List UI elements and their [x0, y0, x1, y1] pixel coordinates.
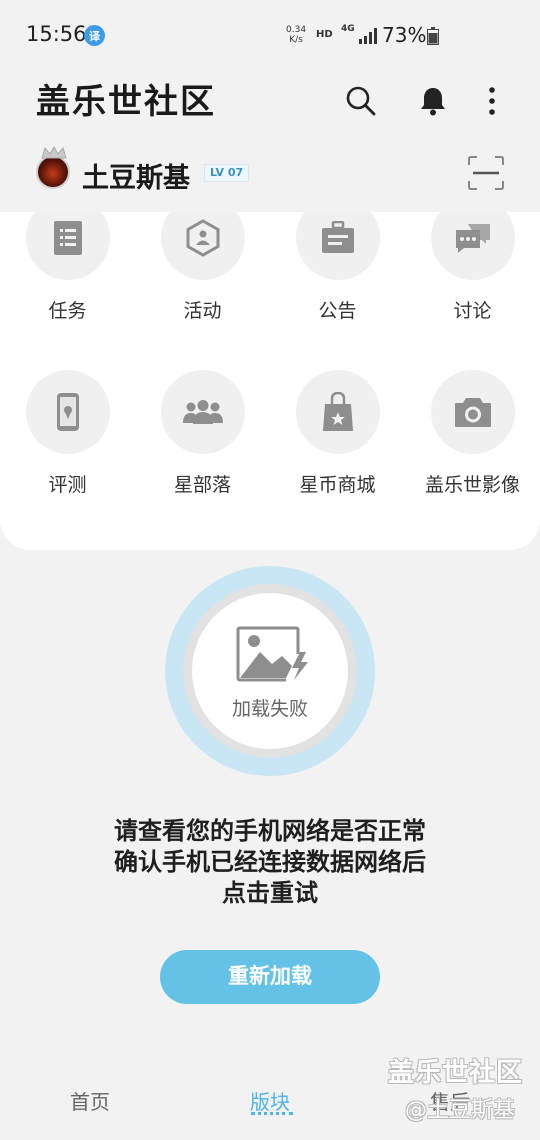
grid-item-circle: [25, 370, 110, 454]
watermark-user: @土豆斯基: [405, 1098, 516, 1123]
activity-hexagon-icon: [186, 219, 219, 257]
tab-board[interactable]: 版块: [250, 1086, 290, 1115]
group-people-icon: [182, 400, 223, 424]
discussion-icon: [455, 224, 490, 253]
grid-item-label: 盖乐世影像: [424, 474, 520, 496]
grid-item-mall[interactable]: 星币商城: [270, 370, 405, 497]
announcement-icon: [321, 221, 354, 253]
grid-item-circle: [160, 370, 245, 454]
battery-percent: 73%: [382, 23, 427, 47]
error-message-line: 请查看您的手机网络是否正常: [114, 817, 426, 845]
error-message-line: 确认手机已经连接数据网络后: [114, 848, 426, 876]
grid-item-activity[interactable]: 活动: [135, 212, 270, 323]
grid-item-circle: [430, 370, 515, 454]
grid-item-announcement[interactable]: 公告: [270, 212, 405, 323]
watermark-title: 盖乐世社区: [388, 1058, 524, 1088]
status-bar: 15:56 译 0.34 K/s HD 4G 73%: [0, 0, 540, 70]
grid-item-label: 星币商城: [299, 474, 376, 496]
grid-item-imaging[interactable]: 盖乐世影像: [405, 370, 540, 497]
hd-label: HD: [316, 29, 333, 40]
user-name[interactable]: 土豆斯基: [82, 156, 190, 195]
network-speed-value: 0.34: [286, 25, 307, 35]
network-speed-unit: K/s: [289, 35, 303, 45]
broken-image-icon: [236, 626, 308, 682]
avatar[interactable]: [36, 155, 70, 189]
grid-item-tribe[interactable]: 星部落: [135, 370, 270, 497]
bell-icon[interactable]: [416, 84, 450, 118]
phone-review-icon: [56, 393, 79, 431]
grid-item-label: 讨论: [453, 300, 492, 322]
load-failed-text: 加载失败: [231, 698, 308, 720]
grid-item-label: 公告: [318, 300, 357, 322]
grid-item-label: 评测: [48, 474, 87, 496]
search-icon[interactable]: [344, 84, 378, 118]
signal-icon: [359, 28, 377, 44]
app-title: 盖乐世社区: [36, 82, 216, 122]
error-message-line: 点击重试: [222, 879, 318, 907]
crown-icon: [41, 146, 67, 159]
retry-button[interactable]: 重新加载: [160, 950, 380, 1004]
grid-item-circle: [430, 212, 515, 280]
grid-item-discussion[interactable]: 讨论: [405, 212, 540, 323]
grid-item-circle: [295, 370, 380, 454]
more-vertical-icon[interactable]: [475, 84, 509, 118]
feature-grid: 任务 活动 公告 讨论 评测 星部落 星币商城 盖乐世影像: [0, 212, 540, 550]
grid-item-task[interactable]: 任务: [0, 212, 135, 323]
level-badge: LV 07: [204, 164, 250, 182]
active-tab-indicator: [251, 1112, 293, 1115]
grid-item-label: 活动: [183, 300, 222, 322]
camera-icon: [454, 398, 491, 427]
task-list-icon: [53, 221, 82, 255]
grid-item-circle: [160, 212, 245, 280]
tab-home[interactable]: 首页: [70, 1086, 110, 1115]
grid-item-circle: [25, 212, 110, 280]
translate-icon: 译: [84, 25, 105, 46]
battery-icon: [427, 27, 439, 45]
shopping-bag-icon: [322, 392, 353, 431]
scan-icon[interactable]: [467, 155, 505, 191]
status-time: 15:56: [26, 22, 87, 46]
grid-item-label: 任务: [48, 300, 87, 322]
grid-item-circle: [295, 212, 380, 280]
grid-item-review[interactable]: 评测: [0, 370, 135, 497]
grid-item-label: 星部落: [173, 474, 231, 496]
network-speed: 0.34 K/s: [286, 25, 306, 45]
network-type: 4G: [341, 24, 355, 34]
